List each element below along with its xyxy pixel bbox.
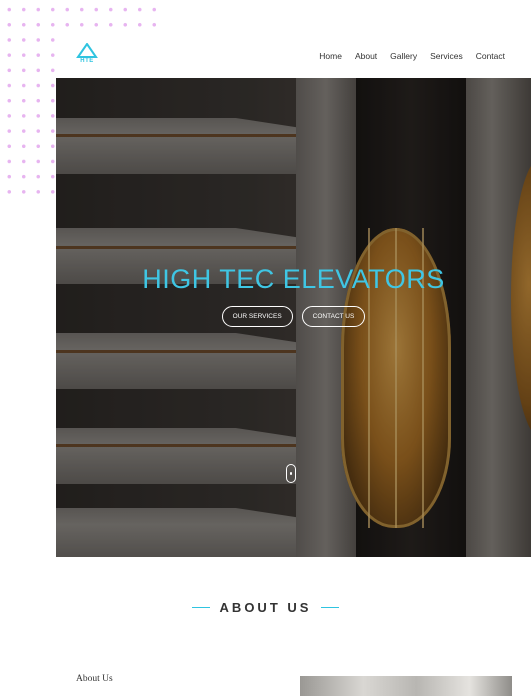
nav-home[interactable]: Home [319, 51, 342, 61]
heading-line-right [321, 606, 340, 609]
hero-buttons: OUR SERVICES CONTACT US [56, 306, 531, 327]
about-subheading: About Us [76, 674, 113, 684]
heading-line-left [191, 606, 210, 609]
site-header: HTE Home About Gallery Services Contact [56, 34, 531, 78]
nav-contact[interactable]: Contact [476, 51, 505, 61]
about-section-heading: ABOUT US [0, 600, 531, 615]
contact-us-button[interactable]: CONTACT US [301, 306, 366, 327]
triangle-logo-icon [76, 43, 98, 58]
logo-text: HTE [80, 58, 94, 64]
about-title: ABOUT US [219, 600, 312, 615]
nav-services[interactable]: Services [430, 51, 463, 61]
about-image [300, 676, 512, 696]
main-nav: Home About Gallery Services Contact [319, 51, 505, 61]
hero-title: HIGH TEC ELEVATORS [142, 264, 445, 294]
our-services-button[interactable]: OUR SERVICES [221, 306, 293, 327]
mouse-scroll-icon[interactable] [286, 464, 296, 483]
hero-banner: HIGH TEC ELEVATORS OUR SERVICES CONTACT … [56, 78, 531, 557]
logo[interactable]: HTE [76, 43, 98, 69]
nav-about[interactable]: About [355, 51, 377, 61]
nav-gallery[interactable]: Gallery [390, 51, 417, 61]
